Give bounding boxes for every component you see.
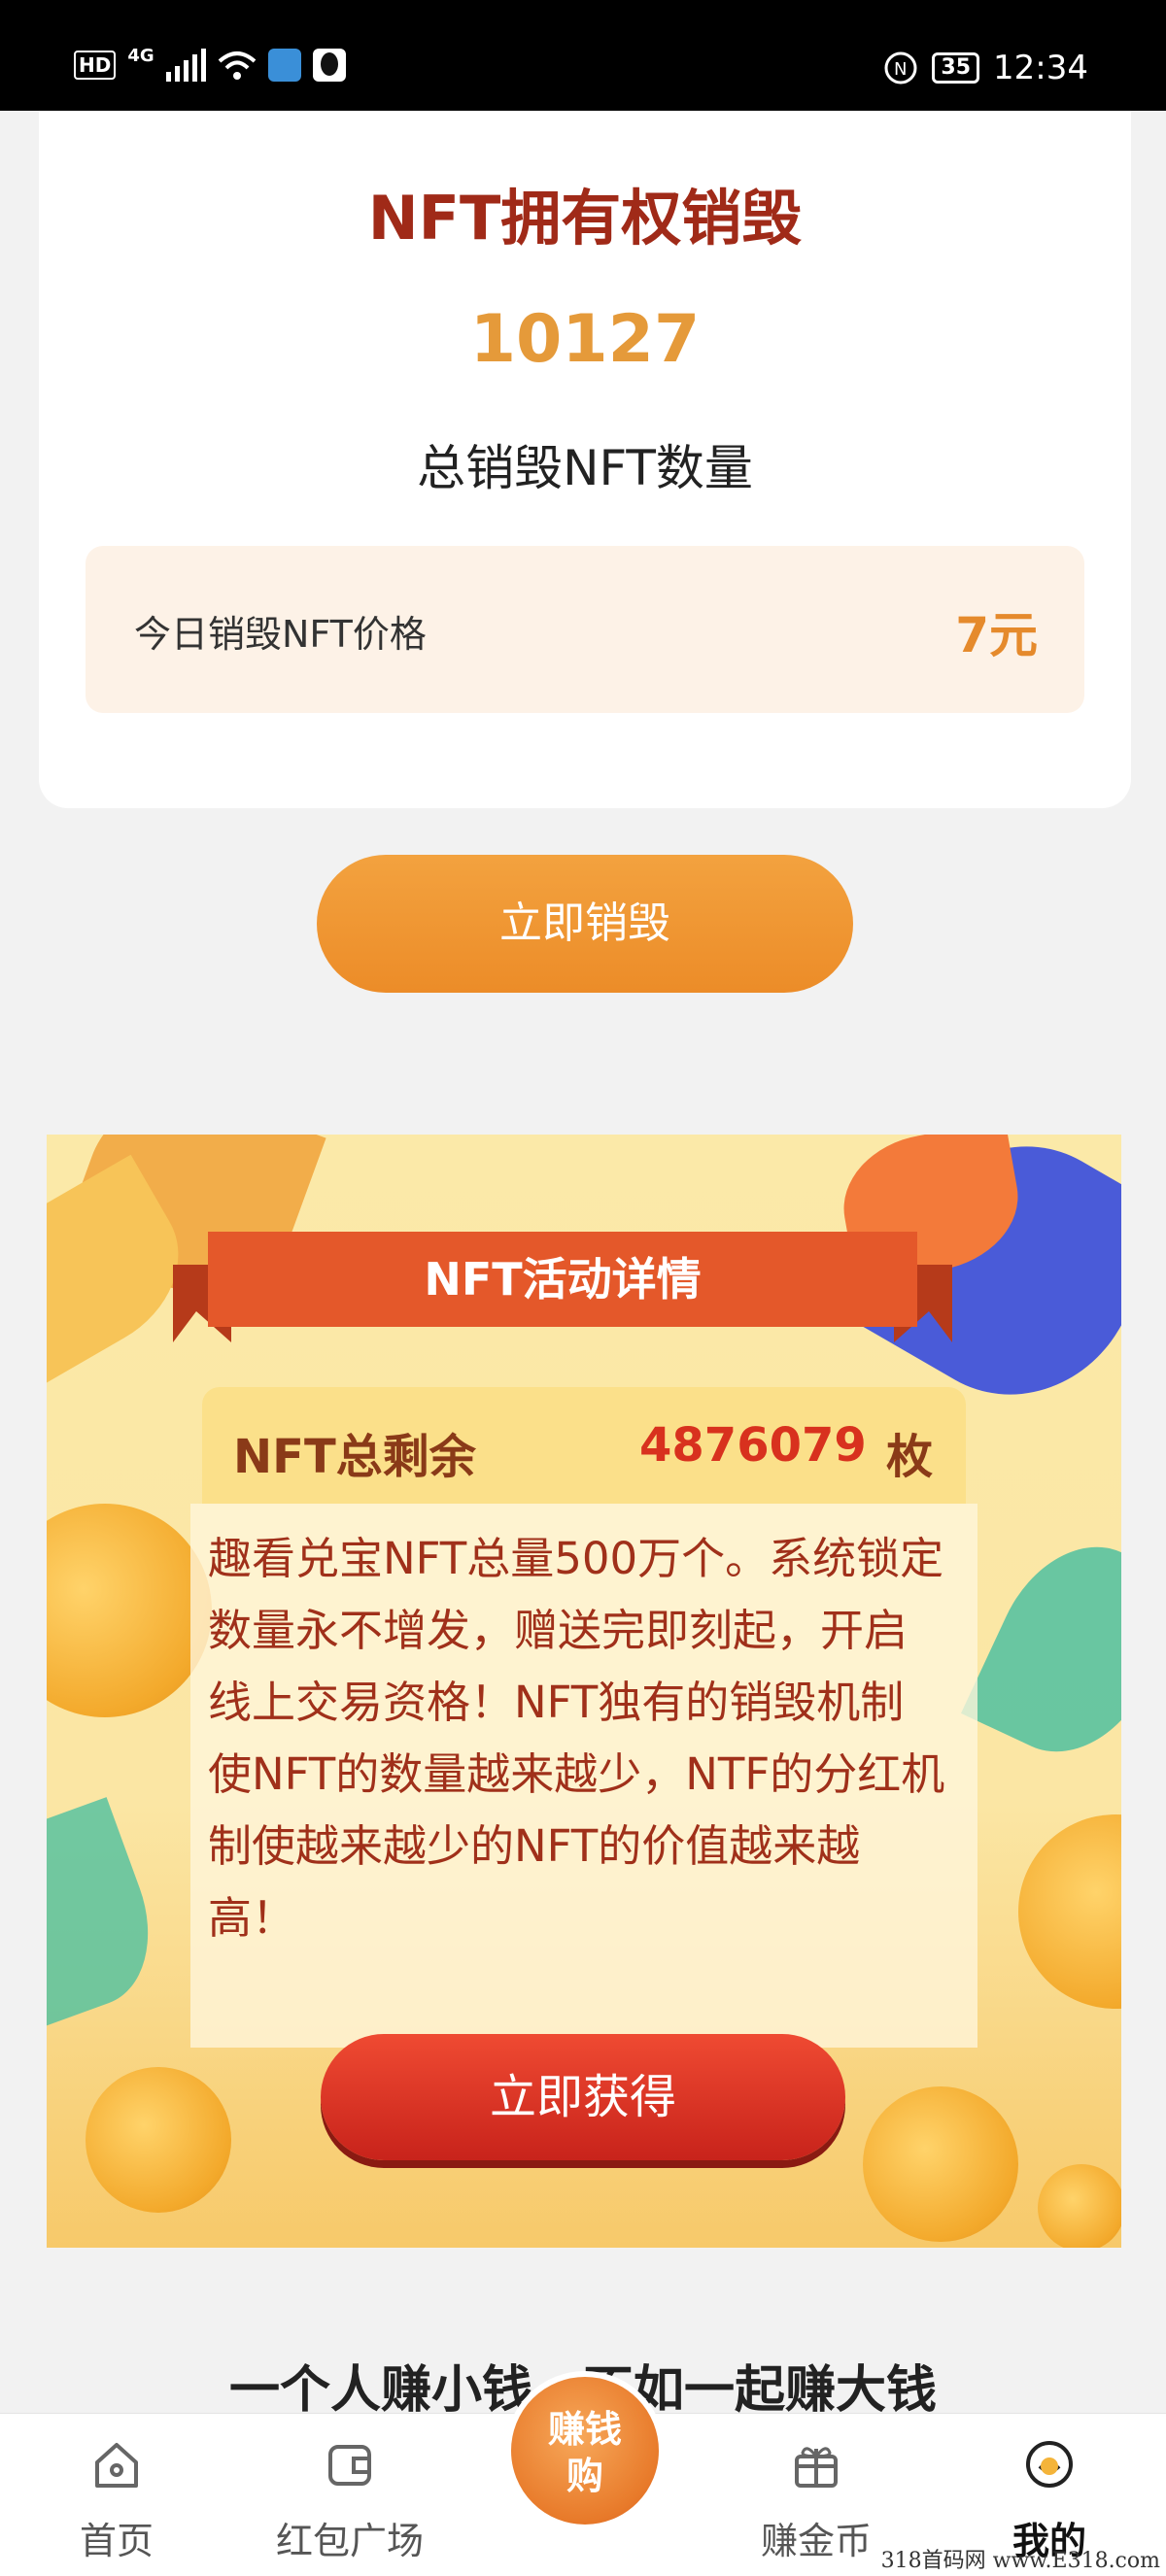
nav-red-packet[interactable]: 红包广场 xyxy=(253,2414,447,2576)
leaf-decoration xyxy=(47,1797,173,2026)
nft-remaining-box: NFT总剩余 4876079 枚 xyxy=(202,1387,966,1504)
destroy-now-button[interactable]: 立即销毁 xyxy=(317,855,853,993)
nft-remaining-value: 4876079 xyxy=(639,1418,867,1473)
svg-text:N: N xyxy=(894,59,907,80)
nft-activity-banner: NFT活动详情 NFT总剩余 4876079 枚 趣看兑宝NFT总量500万个。… xyxy=(47,1135,1121,2248)
leaf-decoration xyxy=(961,1519,1121,1779)
coin-decoration xyxy=(1018,1814,1121,2009)
nav-red-packet-label: 红包广场 xyxy=(275,2520,424,2562)
network-type: 4G xyxy=(127,45,154,66)
activity-banner-title: NFT活动详情 xyxy=(208,1232,917,1327)
center-button-line2: 购 xyxy=(566,2455,603,2497)
clock: 12:34 xyxy=(993,49,1088,87)
activity-description: 趣看兑宝NFT总量500万个。系统锁定数量永不增发，赠送完即刻起，开启线上交易资… xyxy=(208,1533,945,1944)
card-title: NFT拥有权销毁 xyxy=(367,183,803,254)
get-now-button[interactable]: 立即获得 xyxy=(321,2034,845,2160)
home-icon xyxy=(95,2443,138,2488)
total-destroyed-label: 总销毁NFT数量 xyxy=(417,440,753,496)
total-destroyed-count: 10127 xyxy=(469,301,701,378)
nfc-icon: N xyxy=(884,51,917,85)
coin-decoration xyxy=(1038,2164,1121,2248)
status-bar: HD 4G N 35 12:34 xyxy=(0,0,1166,111)
nav-home-label: 首页 xyxy=(79,2520,154,2562)
today-price-box: 今日销毁NFT价格 7元 xyxy=(86,546,1084,713)
coin-decoration xyxy=(86,2067,231,2213)
profile-icon xyxy=(1026,2441,1073,2488)
signal-icon xyxy=(165,49,206,82)
site-watermark: 318首码网 www.E318.com xyxy=(880,2549,1160,2573)
today-price-label: 今日销毁NFT价格 xyxy=(134,613,427,656)
coin-decoration xyxy=(47,1504,212,1717)
center-button-line1: 赚钱 xyxy=(547,2408,622,2451)
wifi-icon xyxy=(218,51,256,80)
today-price-value: 7元 xyxy=(955,607,1038,663)
battery-icon: 35 xyxy=(932,52,980,84)
status-right: N 35 12:34 xyxy=(883,49,1088,87)
coin-decoration xyxy=(863,2086,1018,2242)
hd-indicator: HD xyxy=(74,51,117,80)
earn-buy-center-button[interactable]: 赚钱 购 xyxy=(505,2371,665,2530)
nft-remaining-unit: 枚 xyxy=(886,1430,934,1484)
app-notification-icon xyxy=(267,49,301,82)
summary-card: NFT拥有权销毁 10127 总销毁NFT数量 今日销毁NFT价格 7元 xyxy=(39,111,1131,808)
activity-description-box: 趣看兑宝NFT总量500万个。系统锁定数量永不增发，赠送完即刻起，开启线上交易资… xyxy=(190,1504,977,2048)
gift-icon xyxy=(795,2447,838,2488)
nav-home[interactable]: 首页 xyxy=(19,2414,214,2576)
qq-icon xyxy=(312,49,346,82)
wallet-icon xyxy=(328,2445,371,2486)
status-left: HD 4G xyxy=(74,45,346,82)
nft-remaining-label: NFT总剩余 xyxy=(233,1430,476,1484)
